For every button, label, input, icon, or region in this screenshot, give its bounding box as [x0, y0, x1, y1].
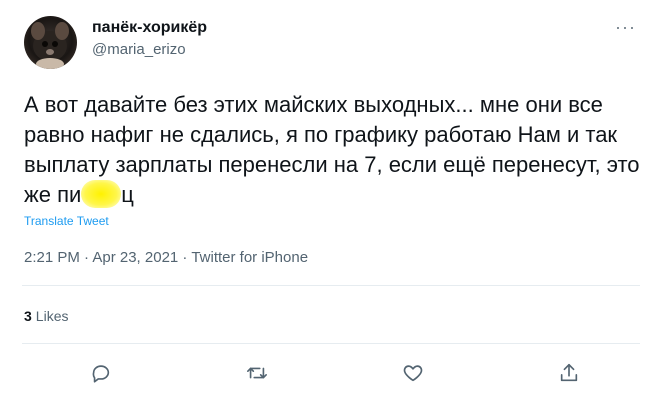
heart-icon[interactable] — [396, 356, 430, 390]
tweet-text-end: ц — [121, 182, 134, 207]
share-icon[interactable] — [552, 356, 586, 390]
divider — [22, 285, 640, 286]
user-handle[interactable]: @maria_erizo — [92, 40, 207, 60]
reply-icon[interactable] — [84, 356, 118, 390]
translate-tweet-link[interactable]: Translate Tweet — [24, 214, 109, 228]
display-name[interactable]: панёк-хорикёр — [92, 18, 207, 38]
tweet-card: панёк-хорикёр @maria_erizo ··· А вот дав… — [0, 0, 662, 414]
retweet-icon[interactable] — [240, 356, 274, 390]
likes-count: 3 — [24, 308, 32, 324]
action-bar — [0, 356, 662, 390]
tweet-header: панёк-хорикёр @maria_erizo — [92, 18, 207, 60]
likes-stat[interactable]: 3 Likes — [24, 308, 68, 324]
tweet-timestamp[interactable]: 2:21 PM · Apr 23, 2021 · Twitter for iPh… — [24, 249, 308, 266]
tweet-text: А вот давайте без этих майских выходных.… — [24, 90, 644, 210]
divider — [22, 343, 640, 344]
likes-label: Likes — [35, 308, 69, 324]
avatar[interactable] — [24, 16, 77, 69]
more-horizontal-icon[interactable]: ··· — [615, 18, 636, 36]
redaction-highlight — [81, 180, 122, 208]
